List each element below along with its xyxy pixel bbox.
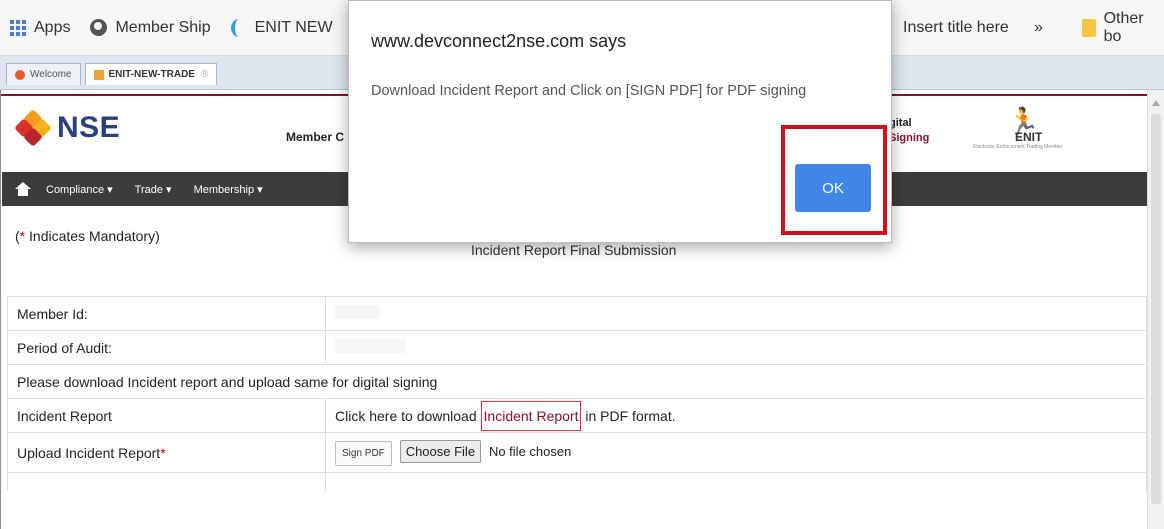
mandatory-note: (* Indicates Mandatory) — [15, 228, 160, 244]
bookmark-enit-new-label: ENIT NEW — [254, 18, 333, 36]
table-row: Incident Report Click here to download I… — [7, 398, 1147, 433]
bookmark-membership[interactable]: Member Ship — [90, 18, 211, 37]
bookmark-insert-title[interactable]: Insert title here — [903, 0, 1009, 56]
ok-button[interactable]: OK — [795, 164, 871, 212]
nav-trade[interactable]: Trade ▾ — [135, 183, 172, 196]
bookmark-other-bookmarks[interactable]: Other bo — [1082, 0, 1164, 56]
table-row: Member Id: — [7, 296, 1147, 331]
table-row: Upload Incident Report* Sign PDF Choose … — [7, 432, 1147, 473]
folder-icon — [1082, 19, 1096, 37]
enit-logo: 🏃 ENIT Electronic Enforcement Trading Me… — [969, 108, 1089, 154]
vertical-scrollbar[interactable] — [1147, 90, 1164, 529]
home-icon[interactable] — [15, 182, 31, 196]
bookmarks-overflow-button[interactable]: » — [1034, 0, 1043, 56]
bookmark-insert-title-label: Insert title here — [903, 19, 1009, 36]
signing-line: Signing — [889, 132, 930, 144]
period-value — [325, 330, 1147, 365]
table-row: Period of Audit: — [7, 330, 1147, 365]
bookmark-apps[interactable]: Apps — [10, 19, 70, 37]
nav-membership[interactable]: Membership ▾ — [194, 183, 263, 196]
download-prefix: Click here to download — [335, 407, 481, 424]
incident-report-label: Incident Report — [7, 398, 326, 433]
incident-report-link[interactable]: Incident Report — [480, 400, 582, 431]
globe-icon — [90, 19, 108, 36]
empty-cell — [7, 472, 326, 491]
tab-enit-new-trade-label: ENIT-NEW-TRADE — [108, 69, 195, 80]
enit-tagline: Electronic Enforcement Trading Member — [973, 144, 1063, 150]
table-row: Please download Incident report and uplo… — [7, 364, 1147, 399]
choose-file-button[interactable]: Choose File — [399, 439, 482, 463]
upload-cell: Sign PDF Choose File No file chosen — [325, 432, 1147, 473]
nse-logo-text: NSE — [57, 111, 121, 144]
close-icon[interactable]: ® — [201, 69, 208, 80]
nse-logo-icon — [14, 109, 52, 147]
digital-signing-label: gital Signing — [889, 116, 929, 146]
upload-label-text: Upload Incident Report — [17, 444, 161, 461]
welcome-favicon-icon — [15, 69, 25, 80]
tab-enit-new-trade[interactable]: ENIT-NEW-TRADE ® — [84, 63, 218, 85]
required-star: * — [160, 444, 166, 461]
upload-label: Upload Incident Report* — [7, 432, 326, 473]
empty-cell — [325, 472, 1147, 491]
alert-dialog: www.devconnect2nse.com says Download Inc… — [348, 0, 892, 243]
bookmark-apps-label: Apps — [34, 18, 71, 36]
tab-welcome-label: Welcome — [30, 69, 72, 80]
dialog-message: Download Incident Report and Click on [S… — [371, 83, 807, 99]
tab-welcome[interactable]: Welcome — [6, 63, 81, 85]
table-row — [7, 472, 1147, 491]
sign-pdf-button[interactable]: Sign PDF — [335, 440, 392, 466]
file-status: No file chosen — [488, 443, 572, 459]
bookmark-other-label: Other bo — [1103, 10, 1144, 45]
dialog-origin: www.devconnect2nse.com says — [371, 31, 627, 51]
enit-brand: ENIT — [1015, 130, 1043, 144]
bookmark-enit-new[interactable]: ENIT NEW — [230, 18, 333, 37]
scroll-up-icon[interactable] — [1152, 100, 1160, 106]
instruction-text: Please download Incident report and uplo… — [7, 364, 1147, 399]
chevron-double-right-icon: » — [1034, 19, 1043, 36]
scroll-thumb[interactable] — [1151, 114, 1161, 504]
mandatory-text: Indicates Mandatory) — [25, 228, 160, 244]
member-id-label: Member Id: — [7, 296, 326, 331]
enit-favicon-icon — [230, 18, 247, 37]
bookmark-membership-label: Member Ship — [115, 18, 211, 36]
nav-compliance[interactable]: Compliance ▾ — [46, 183, 113, 196]
header-member-text: Member C — [286, 130, 345, 144]
digital-line: gital — [889, 117, 912, 129]
nse-logo[interactable]: NSE — [14, 109, 121, 147]
download-suffix: in PDF format. — [581, 407, 676, 424]
period-label: Period of Audit: — [7, 330, 326, 365]
enit-tab-favicon-icon — [93, 69, 104, 80]
download-cell: Click here to download Incident Report i… — [325, 398, 1147, 433]
member-id-value — [325, 296, 1147, 331]
apps-icon — [10, 19, 26, 36]
page-title: Incident Report Final Submission — [471, 242, 677, 258]
submission-form: Member Id: Period of Audit: Please downl… — [7, 296, 1147, 491]
